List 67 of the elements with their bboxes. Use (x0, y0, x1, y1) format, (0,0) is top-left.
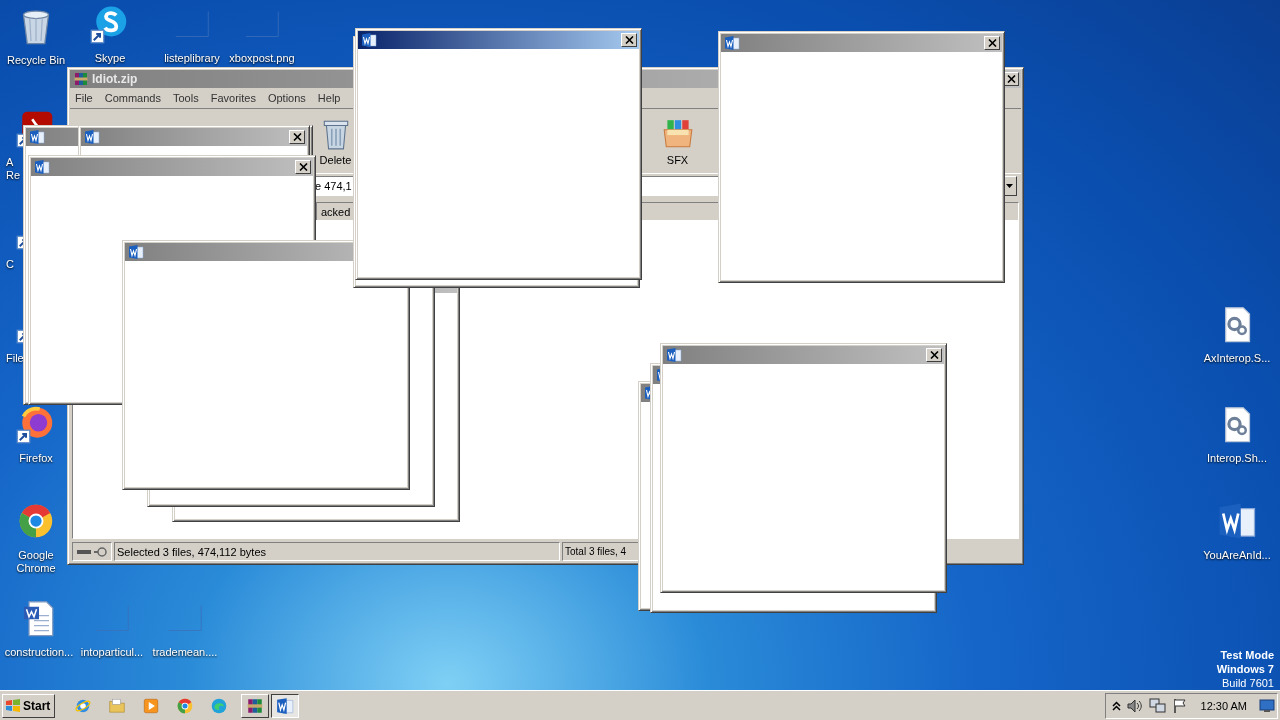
menu-item[interactable]: Favorites (210, 92, 256, 104)
system-watermark-text: Test Mode (1220, 648, 1274, 662)
icon-label: intoparticul... (80, 646, 144, 659)
close-button[interactable] (621, 33, 637, 47)
menu-item[interactable]: Help (317, 92, 341, 104)
window-icon (34, 159, 50, 175)
icon-label: A (6, 156, 14, 169)
close-icon (292, 133, 302, 141)
icon-label: Re (6, 169, 21, 182)
clock-text[interactable]: 12:30 AM (1200, 699, 1247, 712)
icon-label: YouAreAnId... (1203, 549, 1271, 562)
folder-icon (108, 696, 127, 715)
window-icon (361, 32, 377, 48)
close-button[interactable] (295, 160, 311, 174)
menu-item[interactable]: Tools (173, 92, 199, 104)
icon-label: construction... (4, 646, 74, 659)
window-icon (724, 35, 740, 51)
network-icon[interactable] (1148, 697, 1167, 714)
window-title: Idiot.zip (92, 72, 139, 86)
window-icon (666, 347, 682, 363)
status-text: Selected 3 files, 474,112 bytes (114, 542, 560, 561)
media-player-icon (142, 696, 161, 715)
wave-browser-icon (210, 696, 229, 715)
close-button[interactable] (984, 36, 1000, 50)
drive-icon (75, 545, 109, 558)
window-icon (84, 129, 100, 145)
system-watermark-text: Windows 7 (1216, 662, 1274, 676)
menu-item[interactable]: File (75, 92, 93, 104)
chevron-up-icon[interactable] (1111, 700, 1121, 711)
toolbar-button[interactable]: SFX (649, 116, 706, 166)
icon-label: trademean.... (152, 646, 218, 659)
archive-books-icon (73, 71, 89, 87)
archive-books-icon (246, 696, 265, 715)
icon-label: File (6, 352, 24, 365)
close-button[interactable] (289, 130, 305, 144)
system-watermark-text: Build 7601 (1222, 676, 1274, 690)
start-button[interactable]: Start (2, 693, 56, 718)
word-app-icon (276, 696, 295, 715)
browser-icon (176, 696, 195, 715)
icon-label: Firefox (19, 452, 53, 465)
toolbar-button[interactable]: Delete (307, 116, 364, 166)
taskbar-button[interactable] (271, 693, 300, 718)
close-icon (987, 39, 997, 47)
window-icon (128, 244, 144, 260)
speaker-icon[interactable] (1126, 698, 1143, 713)
windows-logo-icon (5, 698, 21, 713)
close-icon (1006, 75, 1016, 83)
close-icon (929, 351, 939, 359)
icon-label: listeplibrary (164, 52, 220, 65)
icon-label: Recycle Bin (6, 54, 66, 67)
close-button[interactable] (926, 348, 942, 362)
close-icon (624, 36, 634, 44)
menu-item[interactable]: Options (267, 92, 306, 104)
icon-label: Interop.Sh... (1207, 452, 1267, 465)
icon-label: xboxpost.png (229, 52, 295, 65)
flag-icon[interactable] (1172, 698, 1187, 713)
menu-item[interactable]: Commands (104, 92, 161, 104)
caret-icon (1006, 184, 1013, 188)
icon-label: Skype (94, 52, 126, 65)
icon-label: Chrome (16, 562, 56, 575)
word-app-icon[interactable] (1217, 501, 1257, 541)
show-desktop-icon[interactable] (1259, 698, 1275, 713)
close-icon (298, 163, 308, 171)
icon-label: Google (18, 549, 54, 562)
icon-label: C (6, 258, 14, 271)
icon-label: AxInterop.S... (1203, 352, 1271, 365)
window-icon (29, 129, 45, 145)
